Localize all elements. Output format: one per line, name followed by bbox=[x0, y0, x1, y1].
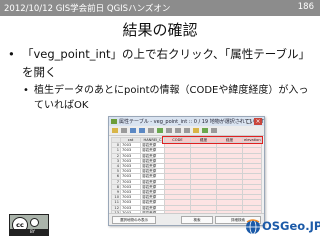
bullet-dot-icon: • bbox=[8, 47, 15, 61]
toggle-edit-icon[interactable] bbox=[112, 128, 118, 133]
invert-selection-icon[interactable] bbox=[139, 128, 145, 133]
maximize-button[interactable]: □ bbox=[245, 118, 253, 125]
table-toolbar bbox=[109, 126, 264, 136]
cc-license-badge: cc BY bbox=[9, 214, 49, 236]
save-edits-icon[interactable] bbox=[121, 128, 127, 133]
copy-rows-icon[interactable] bbox=[184, 128, 190, 133]
show-selected-only-button[interactable]: 選択地物のみ表示 bbox=[112, 216, 156, 224]
search-button[interactable]: 検索 bbox=[181, 216, 213, 224]
new-columns-highlight bbox=[162, 136, 263, 144]
minimize-button[interactable]: – bbox=[236, 118, 244, 125]
qgis-app-icon bbox=[111, 119, 117, 124]
bullet-item: • 「veg_point_int」の上で右クリック、「属性テーブル」を開く bbox=[8, 45, 312, 81]
logo-text: OSGeo.JP bbox=[262, 219, 320, 233]
header-title: 2012/10/12 GIS学会前日 QGISハンズオン bbox=[4, 4, 171, 14]
osgeo-logo: OSGeo.JP bbox=[244, 218, 320, 236]
move-to-top-icon[interactable] bbox=[157, 128, 163, 133]
slide-header: 2012/10/12 GIS学会前日 QGISハンズオン 186 bbox=[0, 0, 320, 16]
sub-bullet-item: • 植生データのあとにpointの情報（CODEや緯度経度）が入っていればOK bbox=[23, 83, 312, 113]
osgeo-globe-icon bbox=[246, 219, 260, 235]
window-titlebar[interactable]: 属性テーブル - veg_point_int :: 0 / 19 地物が選択され… bbox=[109, 117, 264, 126]
pan-to-selection-icon[interactable] bbox=[166, 128, 172, 133]
license-label: BY bbox=[30, 229, 35, 234]
bullet-text: 「veg_point_int」の上で右クリック、「属性テーブル」を開く bbox=[22, 47, 311, 79]
attribution-person-icon bbox=[30, 218, 39, 227]
slide-title: 結果の確認 bbox=[122, 21, 198, 39]
page-number: 186 bbox=[297, 2, 314, 12]
bullet-dot-icon: • bbox=[23, 85, 29, 96]
new-column-icon[interactable] bbox=[202, 128, 208, 133]
column-header[interactable]: HANREI_C bbox=[140, 136, 165, 144]
select-all-icon[interactable] bbox=[130, 128, 136, 133]
field-calculator-icon[interactable] bbox=[211, 128, 217, 133]
zoom-to-selection-icon[interactable] bbox=[175, 128, 181, 133]
delete-icon[interactable] bbox=[193, 128, 199, 133]
license-strip bbox=[10, 229, 48, 235]
deselect-icon[interactable] bbox=[148, 128, 154, 133]
attribute-table-window[interactable]: 属性テーブル - veg_point_int :: 0 / 19 地物が選択され… bbox=[108, 116, 265, 226]
table-footer: 選択地物のみ表示 検索 詳細検索 bbox=[109, 213, 264, 225]
sub-bullet-text: 植生データのあとにpointの情報（CODEや緯度経度）が入っていればOK bbox=[34, 85, 309, 111]
close-button[interactable]: × bbox=[254, 118, 262, 125]
